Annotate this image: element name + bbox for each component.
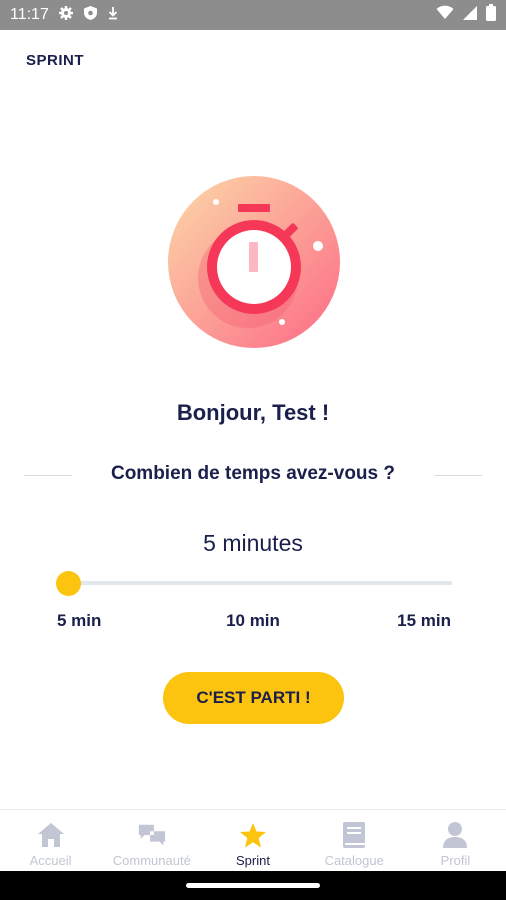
- slider-thumb[interactable]: [56, 571, 81, 596]
- nav-label-accueil: Accueil: [29, 853, 72, 868]
- page-title: SPRINT: [26, 52, 85, 69]
- nav-label-sprint: Sprint: [236, 853, 270, 868]
- tick-label-15: 15 min: [397, 611, 451, 630]
- question-row: Combien de temps avez-vous ?: [0, 460, 506, 490]
- star-icon: [238, 820, 268, 850]
- nav-label-communaute: Communauté: [112, 853, 191, 868]
- home-icon: [36, 820, 66, 850]
- battery-icon: [486, 4, 496, 26]
- nav-item-accueil[interactable]: Accueil: [0, 810, 101, 871]
- status-time: 11:17: [10, 6, 49, 23]
- nav-label-profil: Profil: [440, 853, 471, 868]
- download-icon: [107, 6, 119, 25]
- nav-item-communaute[interactable]: Communauté: [101, 810, 202, 871]
- settings-icon: [58, 5, 74, 26]
- book-icon: [339, 820, 369, 850]
- system-nav-bar: [0, 871, 506, 900]
- nav-item-profil[interactable]: Profil: [405, 810, 506, 871]
- nav-label-catalogue: Catalogue: [324, 853, 384, 868]
- nav-item-sprint[interactable]: Sprint: [202, 810, 303, 871]
- status-bar: 11:17: [0, 0, 506, 30]
- wifi-icon: [436, 5, 454, 25]
- person-icon: [440, 820, 470, 850]
- question-heading: Combien de temps avez-vous ?: [110, 463, 395, 484]
- duration-value: 5 minutes: [203, 530, 303, 556]
- stopwatch-icon: [168, 176, 340, 348]
- start-button[interactable]: C'EST PARTI !: [163, 672, 344, 724]
- bottom-nav: Accueil Communauté Sprint Catalogue Prof…: [0, 809, 506, 871]
- shield-icon: [83, 5, 98, 26]
- divider-right: [434, 475, 482, 476]
- greeting: Bonjour, Test !: [176, 400, 330, 425]
- home-gesture-handle[interactable]: [186, 883, 320, 888]
- signal-icon: [462, 5, 478, 26]
- slider-track[interactable]: [68, 581, 452, 585]
- chat-bubbles-icon: [137, 820, 167, 850]
- nav-item-catalogue[interactable]: Catalogue: [304, 810, 405, 871]
- duration-slider[interactable]: [56, 570, 452, 598]
